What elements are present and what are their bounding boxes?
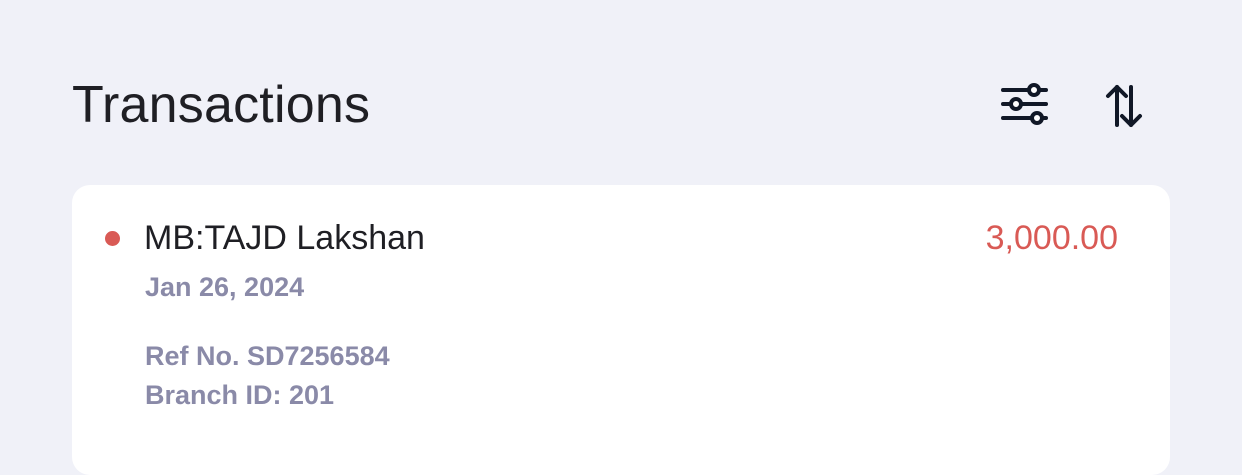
filter-sliders-icon xyxy=(1001,83,1048,125)
transaction-date: Jan 26, 2024 xyxy=(145,272,305,302)
transaction-reference: Ref No. SD7256584 xyxy=(145,341,390,371)
sort-arrows-icon xyxy=(1106,85,1142,127)
filter-button[interactable] xyxy=(998,78,1054,134)
sort-button[interactable] xyxy=(1096,78,1152,134)
transaction-amount: 3,000.00 xyxy=(985,219,1118,257)
transaction-name: MB:TAJD Lakshan xyxy=(144,219,425,257)
transactions-header: Transactions xyxy=(72,70,1170,140)
status-dot xyxy=(105,231,120,246)
page-title: Transactions xyxy=(72,76,371,134)
transaction-card[interactable]: MB:TAJD Lakshan 3,000.00 Jan 26, 2024 Re… xyxy=(72,185,1170,475)
transaction-branch: Branch ID: 201 xyxy=(145,380,335,410)
